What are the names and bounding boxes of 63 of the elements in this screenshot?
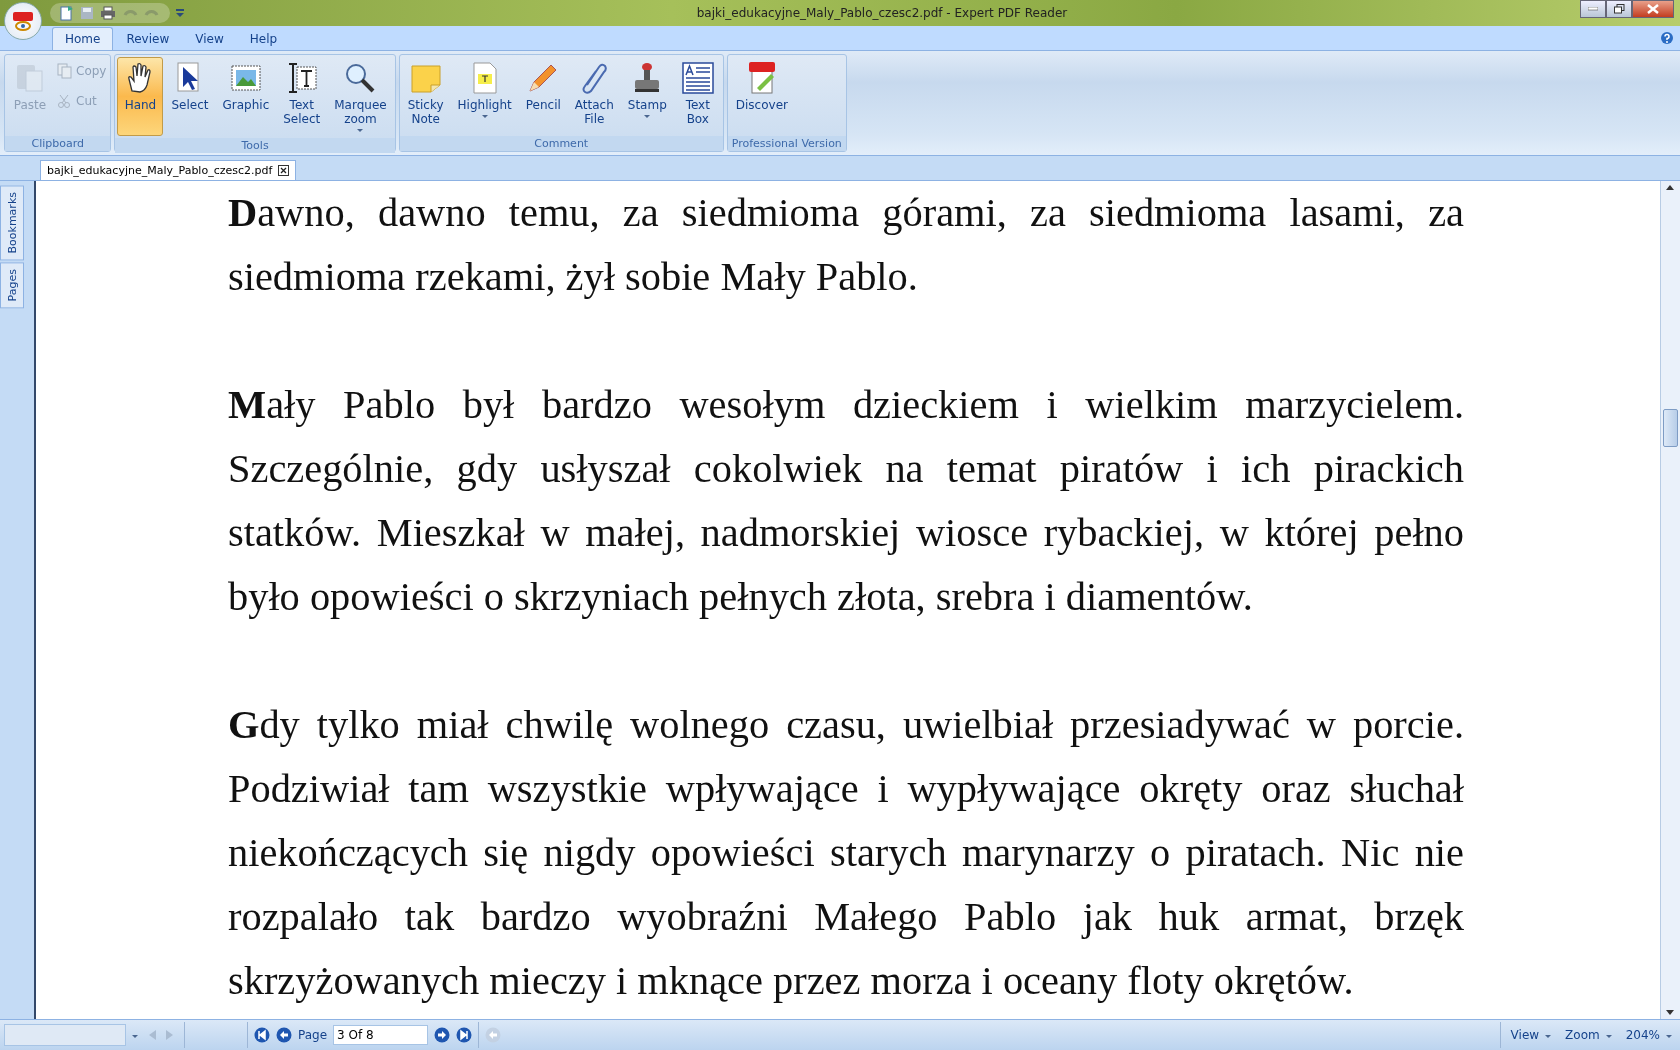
menu-tab[interactable]: Help [236, 27, 291, 50]
toolbar-button[interactable]: Discover [729, 57, 794, 134]
dropdown-caret-icon [1666, 1035, 1672, 1038]
last-page-icon[interactable] [456, 1027, 473, 1043]
dropdown-caret-icon [644, 115, 651, 118]
scroll-down-arrow-icon[interactable] [1666, 1010, 1674, 1015]
dropdown-caret-icon[interactable] [132, 1035, 138, 1038]
toolbar-button[interactable]: Hand [117, 57, 164, 136]
next-page-icon[interactable] [434, 1027, 451, 1043]
toolbar-button[interactable]: Text Select [277, 57, 327, 136]
toolbar-button[interactable]: Text Box [674, 57, 721, 134]
group-label: Clipboard [5, 136, 111, 151]
scrollbar-thumb[interactable] [1663, 409, 1678, 447]
zoom-level-menu[interactable]: 204% [1621, 1028, 1676, 1042]
page-number-field[interactable]: 3 Of 8 [333, 1025, 429, 1045]
paragraph: Dawno, dawno temu, za siedmioma górami, za siedmioma lasami, za siedmioma rzekami, żył sobie Mały Pablo. [228, 189, 1464, 301]
previous-page-icon[interactable] [276, 1027, 292, 1043]
vertical-scrollbar[interactable] [1660, 181, 1680, 1019]
toolbar-button[interactable]: Marquee zoom [328, 57, 393, 136]
dropdown-caret-icon [1545, 1035, 1552, 1038]
close-icon [1647, 4, 1659, 14]
printer-icon[interactable] [100, 6, 116, 20]
minimize-icon [1588, 7, 1598, 11]
side-panel-tab[interactable]: Bookmarks [0, 185, 24, 261]
restore-button[interactable] [1606, 0, 1632, 18]
open-file-icon[interactable] [60, 5, 74, 21]
menu-tab[interactable]: Review [113, 27, 183, 50]
first-page-icon[interactable] [254, 1027, 270, 1043]
dropdown-caret-icon [1605, 1035, 1612, 1038]
dropdown-caret-icon [357, 129, 364, 132]
help-icon[interactable] [1660, 31, 1674, 45]
text-box-icon [680, 61, 715, 95]
close-button[interactable] [1632, 0, 1674, 18]
toolbar-button[interactable]: Attach File [568, 57, 620, 134]
side-panel-tab[interactable]: Pages [0, 262, 24, 309]
zoom-menu[interactable]: Zoom [1561, 1028, 1616, 1042]
toolbar-button[interactable]: Highlight [451, 57, 518, 134]
dropdown-caret-icon [481, 115, 488, 118]
toolbar-button[interactable]: Sticky Note [401, 57, 450, 134]
scissors-icon [57, 93, 73, 109]
group-label: Comment [399, 136, 723, 151]
customize-toolbar-icon[interactable] [176, 8, 184, 18]
toolbar-button[interactable]: Stamp [621, 57, 673, 134]
toolbar-button[interactable]: Select [165, 57, 215, 136]
search-field[interactable] [4, 1024, 126, 1046]
group-label: Professional Version [727, 136, 846, 151]
group-label: Tools [115, 138, 395, 153]
close-tab-icon[interactable] [278, 165, 290, 176]
document-tab[interactable]: bajki_edukacyjne_Maly_Pablo_czesc2.pdf [40, 160, 297, 180]
window-title: bajki_edukacyjne_Maly_Pablo_czesc2.pdf - Expert PDF Reader [695, 6, 1069, 20]
scroll-up-arrow-icon[interactable] [1666, 185, 1674, 190]
copy-icon [57, 63, 73, 79]
paragraph: Mały Pablo był bardzo wesołym dzieckiem i wielkim marzycielem. Szczególnie, gdy usłyszał cokolwiek na temat piratów i ich pirackich statków. Mieszkał w małej, nadmorskiej wiosce rybackiej, w której pełno było opowieści o skrzyniach pełnych złota, srebra i diamentów. [228, 381, 1464, 621]
minimize-button[interactable] [1580, 0, 1606, 18]
app-logo-icon[interactable] [4, 2, 42, 40]
toolbar-button[interactable]: Pencil [519, 57, 567, 134]
paragraph: Gdy tylko miał chwilę wolnego czasu, uwielbiał przesiadywać w porcie. Podziwiał tam wszystkie wpływające i wypływające okręty oraz słuchał niekończących się nigdy opowieści starych marynarzy o piratach. Nic nie rozpalało tak bardzo wyobraźni Małego Pablo jak huk armat, brzęk skrzyżowanych mieczy i mknące przez morza i oceany floty okrętów. [228, 701, 1464, 1005]
page-label: Page [298, 1028, 328, 1042]
restore-icon [1613, 4, 1625, 14]
menu-tab[interactable]: View [182, 27, 237, 50]
menu-tab[interactable]: Home [52, 27, 114, 50]
view-menu[interactable]: View [1506, 1028, 1556, 1042]
toolbar-button[interactable]: Graphic [216, 57, 276, 136]
